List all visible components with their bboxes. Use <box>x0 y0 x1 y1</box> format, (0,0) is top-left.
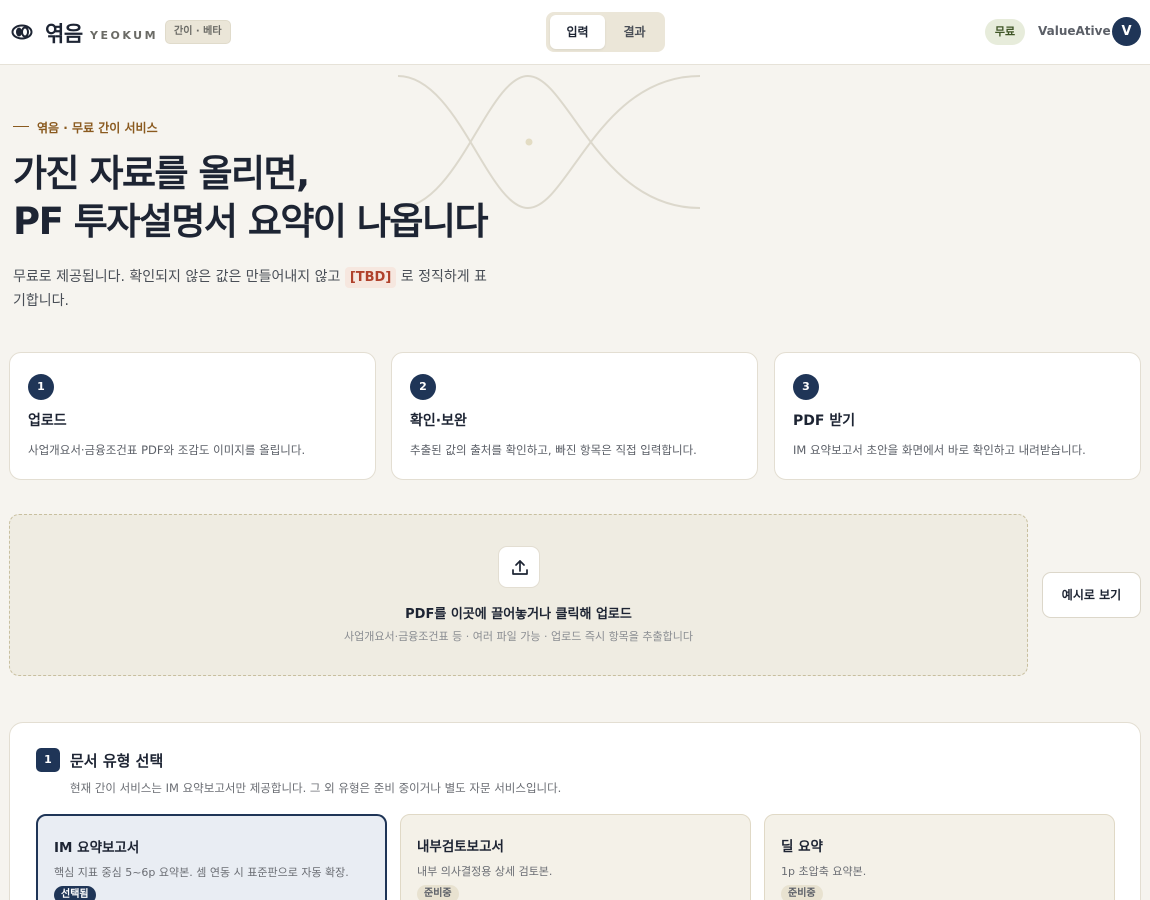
doc-type-section: 1 문서 유형 선택 현재 간이 서비스는 IM 요약보고서만 제공합니다. 그… <box>9 722 1141 900</box>
view-example-button[interactable]: 예시로 보기 <box>1042 572 1141 618</box>
step-description: 사업개요서·금융조건표 PDF와 조감도 이미지를 올립니다. <box>28 443 306 457</box>
doc-type-description: 1p 초압축 요약본. <box>781 865 867 878</box>
section-title: 문서 유형 선택 <box>70 752 164 770</box>
step-title: 업로드 <box>28 413 67 429</box>
dropzone-subtitle: 사업개요서·금융조건표 등 · 여러 파일 가능 · 업로드 즉시 항목을 추출… <box>343 630 694 643</box>
step-description: IM 요약보고서 초안을 화면에서 바로 확인하고 내려받습니다. <box>793 443 1086 457</box>
upload-icon-box <box>498 546 540 588</box>
step-card-review: 2 확인·보완 추출된 값의 출처를 확인하고, 빠진 항목은 직접 입력합니다… <box>391 352 758 480</box>
brand-wordmark: YEOKUM <box>90 29 159 42</box>
view-tabs: 입력 결과 <box>546 12 665 52</box>
plan-badge: 무료 <box>985 19 1025 45</box>
selected-badge: 선택됨 <box>54 886 96 900</box>
step-card-pdf: 3 PDF 받기 IM 요약보고서 초안을 화면에서 바로 확인하고 내려받습니… <box>774 352 1141 480</box>
step-title: 확인·보완 <box>410 413 467 429</box>
step-number: 2 <box>410 374 436 400</box>
headline-line-1: 가진 자료를 올리면, <box>13 152 310 195</box>
doc-type-im-summary[interactable]: IM 요약보고서 핵심 지표 중심 5~6p 요약본. 셈 연동 시 표준판으로… <box>36 814 387 900</box>
hero-description: 무료로 제공됩니다. 확인되지 않은 값은 만들어내지 않고 [TBD] 로 정… <box>13 265 488 313</box>
tab-result[interactable]: 결과 <box>607 15 662 49</box>
user-name[interactable]: ValueAtive <box>1038 24 1111 38</box>
upload-dropzone[interactable]: PDF를 이곳에 끌어놓거나 클릭해 업로드 사업개요서·금융조건표 등 · 여… <box>9 514 1028 676</box>
avatar[interactable]: V <box>1112 17 1141 46</box>
doc-type-description: 핵심 지표 중심 5~6p 요약본. 셈 연동 시 표준판으로 자동 확장. <box>54 866 349 879</box>
logo-mark-icon <box>11 24 33 40</box>
subcopy-before: 무료로 제공됩니다. 확인되지 않은 값은 만들어내지 않고 <box>13 269 345 285</box>
top-bar: 엮음 YEOKUM 간이 · 베타 입력 결과 무료 ValueAtive V <box>0 0 1150 65</box>
doc-type-name: 딜 요약 <box>781 839 823 855</box>
step-number: 1 <box>28 374 54 400</box>
tbd-tag: [TBD] <box>344 267 397 288</box>
section-number: 1 <box>36 748 60 772</box>
step-description: 추출된 값의 출처를 확인하고, 빠진 항목은 직접 입력합니다. <box>410 443 697 457</box>
coming-soon-badge: 준비중 <box>781 885 823 900</box>
doc-type-name: 내부검토보고서 <box>417 839 504 855</box>
doc-type-description: 내부 의사결정용 상세 검토본. <box>417 865 553 878</box>
step-title: PDF 받기 <box>793 413 856 429</box>
doc-type-internal-review[interactable]: 내부검토보고서 내부 의사결정용 상세 검토본. 준비중 <box>400 814 751 900</box>
doc-type-name: IM 요약보고서 <box>54 840 140 856</box>
page-title: 가진 자료를 올리면, PF 투자설명서 요약이 나옵니다 <box>13 150 573 246</box>
brand-name: 엮음 <box>45 22 83 46</box>
tab-input[interactable]: 입력 <box>550 15 605 49</box>
headline-line-2: PF 투자설명서 요약이 나옵니다 <box>13 200 489 243</box>
beta-badge: 간이 · 베타 <box>165 20 231 44</box>
coming-soon-badge: 준비중 <box>417 885 459 900</box>
doc-type-deal-summary[interactable]: 딜 요약 1p 초압축 요약본. 준비중 <box>764 814 1115 900</box>
eyebrow-rule <box>13 126 29 127</box>
dropzone-title: PDF를 이곳에 끌어놓거나 클릭해 업로드 <box>405 607 632 622</box>
upload-icon <box>512 560 528 575</box>
section-subtitle: 현재 간이 서비스는 IM 요약보고서만 제공합니다. 그 외 유형은 준비 중… <box>70 781 562 795</box>
step-card-upload: 1 업로드 사업개요서·금융조건표 PDF와 조감도 이미지를 올립니다. <box>9 352 376 480</box>
eyebrow-text: 엮음 · 무료 간이 서비스 <box>37 121 158 135</box>
step-number: 3 <box>793 374 819 400</box>
